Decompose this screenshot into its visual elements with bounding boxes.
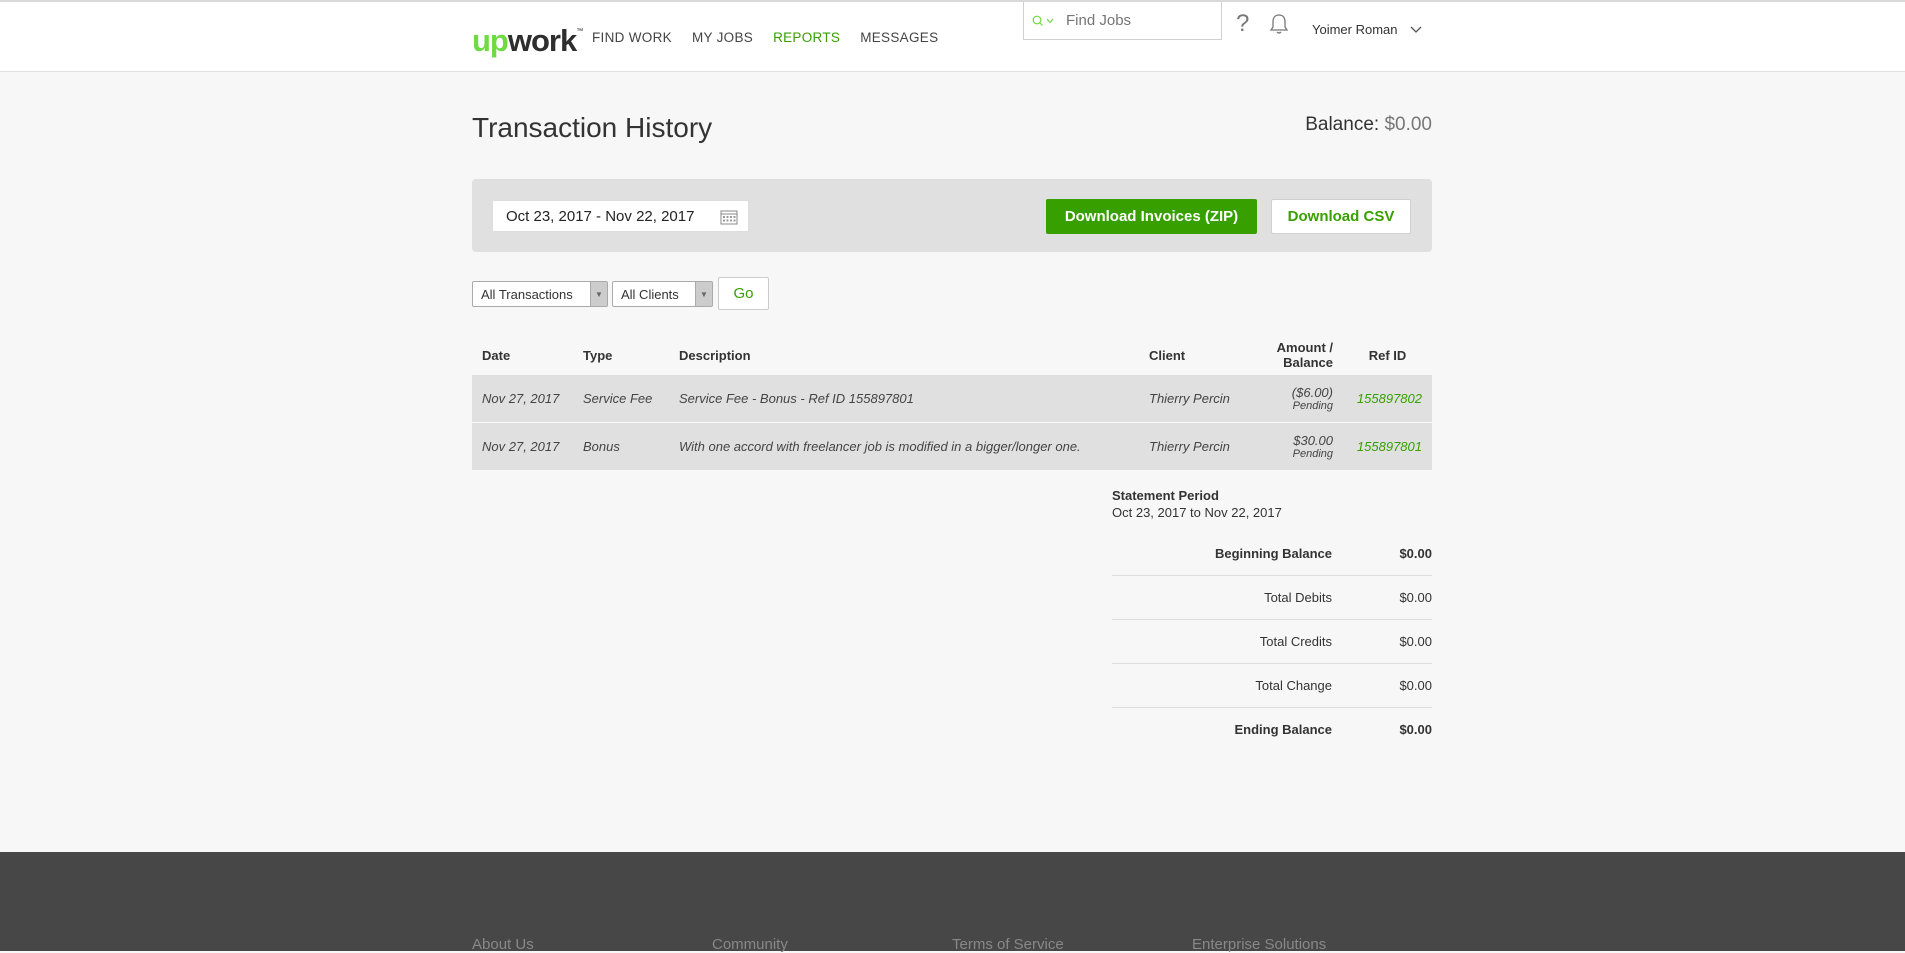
nav-reports[interactable]: REPORTS [773, 30, 840, 45]
search-box [1023, 2, 1222, 40]
help-icon[interactable]: ? [1236, 10, 1249, 38]
date-range-value: Oct 23, 2017 - Nov 22, 2017 [506, 207, 695, 225]
download-csv-button[interactable]: Download CSV [1271, 199, 1411, 234]
balance-value: $0.00 [1384, 114, 1432, 135]
clients-select-value: All Clients [621, 286, 679, 302]
col-client: Client [1149, 347, 1186, 363]
balance: Balance: $0.00 [1305, 114, 1432, 136]
summary-value: $0.00 [1399, 546, 1432, 561]
summary-label: Total Debits [1264, 590, 1332, 605]
dropdown-arrow-icon: ▼ [590, 282, 607, 306]
transactions-select-value: All Transactions [481, 286, 573, 302]
footer-link-terms[interactable]: Terms of Service [952, 936, 1192, 953]
search-input[interactable] [1064, 11, 1208, 30]
row-amount: $30.00 Pending [1251, 422, 1343, 470]
footer-link-enterprise[interactable]: Enterprise Solutions [1192, 936, 1432, 953]
footer-links: About Us Community Terms of Service Ente… [472, 936, 1432, 953]
row-ref-link[interactable]: 155897802 [1357, 391, 1422, 406]
user-name: Yoimer Roman [1312, 22, 1398, 37]
row-description: Service Fee - Bonus - Ref ID 155897801 [669, 374, 1139, 423]
statement-period-value: Oct 23, 2017 to Nov 22, 2017 [1112, 505, 1282, 520]
nav-messages[interactable]: MESSAGES [860, 30, 938, 45]
col-ref-id: Ref ID [1368, 347, 1407, 363]
row-amount-value: $30.00 [1293, 433, 1333, 448]
search-icon[interactable] [1024, 15, 1064, 27]
download-invoices-zip-button[interactable]: Download Invoices (ZIP) [1046, 199, 1257, 234]
col-amount-line1: Amount / [1276, 340, 1333, 355]
bell-icon[interactable] [1268, 13, 1290, 40]
table-row: Nov 27, 2017 Bonus With one accord with … [472, 422, 1432, 470]
row-client: Thierry Percin [1139, 374, 1251, 423]
nav-find-work[interactable]: FIND WORK [592, 30, 672, 45]
row-amount-value: ($6.00) [1291, 385, 1333, 400]
summary-label: Total Change [1255, 678, 1332, 693]
page-title: Transaction History [472, 112, 713, 143]
row-ref-link[interactable]: 155897801 [1357, 439, 1422, 454]
row-date: Nov 27, 2017 [472, 422, 573, 470]
footer: About Us Community Terms of Service Ente… [0, 852, 1905, 953]
summary-row-total-credits: Total Credits $0.00 [1112, 620, 1432, 664]
row-type: Service Fee [573, 374, 669, 423]
logo-work: work [507, 23, 577, 58]
table-row: Nov 27, 2017 Service Fee Service Fee - B… [472, 374, 1432, 423]
filter-bar: Oct 23, 2017 - Nov 22, 2017 Download Inv… [472, 179, 1432, 252]
summary-label: Total Credits [1259, 634, 1332, 649]
row-description: With one accord with freelancer job is m… [669, 422, 1139, 470]
row-type: Bonus [573, 422, 669, 470]
summary-value: $0.00 [1399, 634, 1432, 649]
transactions-select[interactable]: All Transactions ▼ [472, 281, 608, 307]
summary-row-ending-balance: Ending Balance $0.00 [1112, 708, 1432, 751]
summary-rows: Beginning Balance $0.00 Total Debits $0.… [1112, 532, 1432, 751]
upwork-logo[interactable]: up work ™ [472, 18, 583, 56]
statement-summary: Statement Period Oct 23, 2017 to Nov 22,… [1112, 488, 1432, 751]
calendar-icon[interactable] [720, 209, 738, 229]
balance-label: Balance: [1305, 114, 1380, 135]
summary-row-total-debits: Total Debits $0.00 [1112, 576, 1432, 620]
col-type: Type [583, 347, 613, 363]
summary-value: $0.00 [1399, 678, 1432, 693]
row-client: Thierry Percin [1139, 422, 1251, 470]
summary-value: $0.00 [1399, 722, 1432, 737]
summary-row-total-change: Total Change $0.00 [1112, 664, 1432, 708]
row-date: Nov 27, 2017 [472, 374, 573, 423]
logo-tm: ™ [576, 28, 584, 35]
table-header-row: Date Type Description Client Amount / Ba… [472, 336, 1432, 375]
statement-period-label: Statement Period [1112, 488, 1219, 503]
col-amount-line2: Balance [1283, 355, 1333, 370]
footer-link-about-us[interactable]: About Us [472, 936, 712, 953]
row-balance-status: Pending [1292, 448, 1333, 460]
top-navbar: up work ™ FIND WORK MY JOBS REPORTS MESSAG… [0, 0, 1905, 72]
clients-select[interactable]: All Clients ▼ [612, 281, 713, 307]
user-menu[interactable]: Yoimer Roman [1312, 22, 1422, 37]
summary-label: Ending Balance [1234, 722, 1332, 737]
summary-row-beginning-balance: Beginning Balance $0.00 [1112, 532, 1432, 576]
summary-label: Beginning Balance [1214, 546, 1332, 561]
main-nav: FIND WORK MY JOBS REPORTS MESSAGES [592, 30, 938, 45]
row-balance-status: Pending [1292, 400, 1333, 412]
col-description: Description [679, 347, 751, 363]
dropdown-arrow-icon: ▼ [695, 282, 712, 306]
chevron-down-icon [1410, 26, 1421, 33]
col-date: Date [482, 347, 511, 363]
summary-value: $0.00 [1399, 590, 1432, 605]
date-range-picker[interactable]: Oct 23, 2017 - Nov 22, 2017 [492, 200, 749, 232]
col-amount: Amount / Balance [1251, 336, 1343, 375]
footer-link-community[interactable]: Community [712, 936, 952, 953]
logo-up: up [472, 23, 509, 58]
nav-my-jobs[interactable]: MY JOBS [692, 30, 753, 45]
go-button[interactable]: Go [718, 277, 769, 310]
row-amount: ($6.00) Pending [1251, 374, 1343, 423]
transactions-table: Date Type Description Client Amount / Ba… [472, 336, 1432, 470]
